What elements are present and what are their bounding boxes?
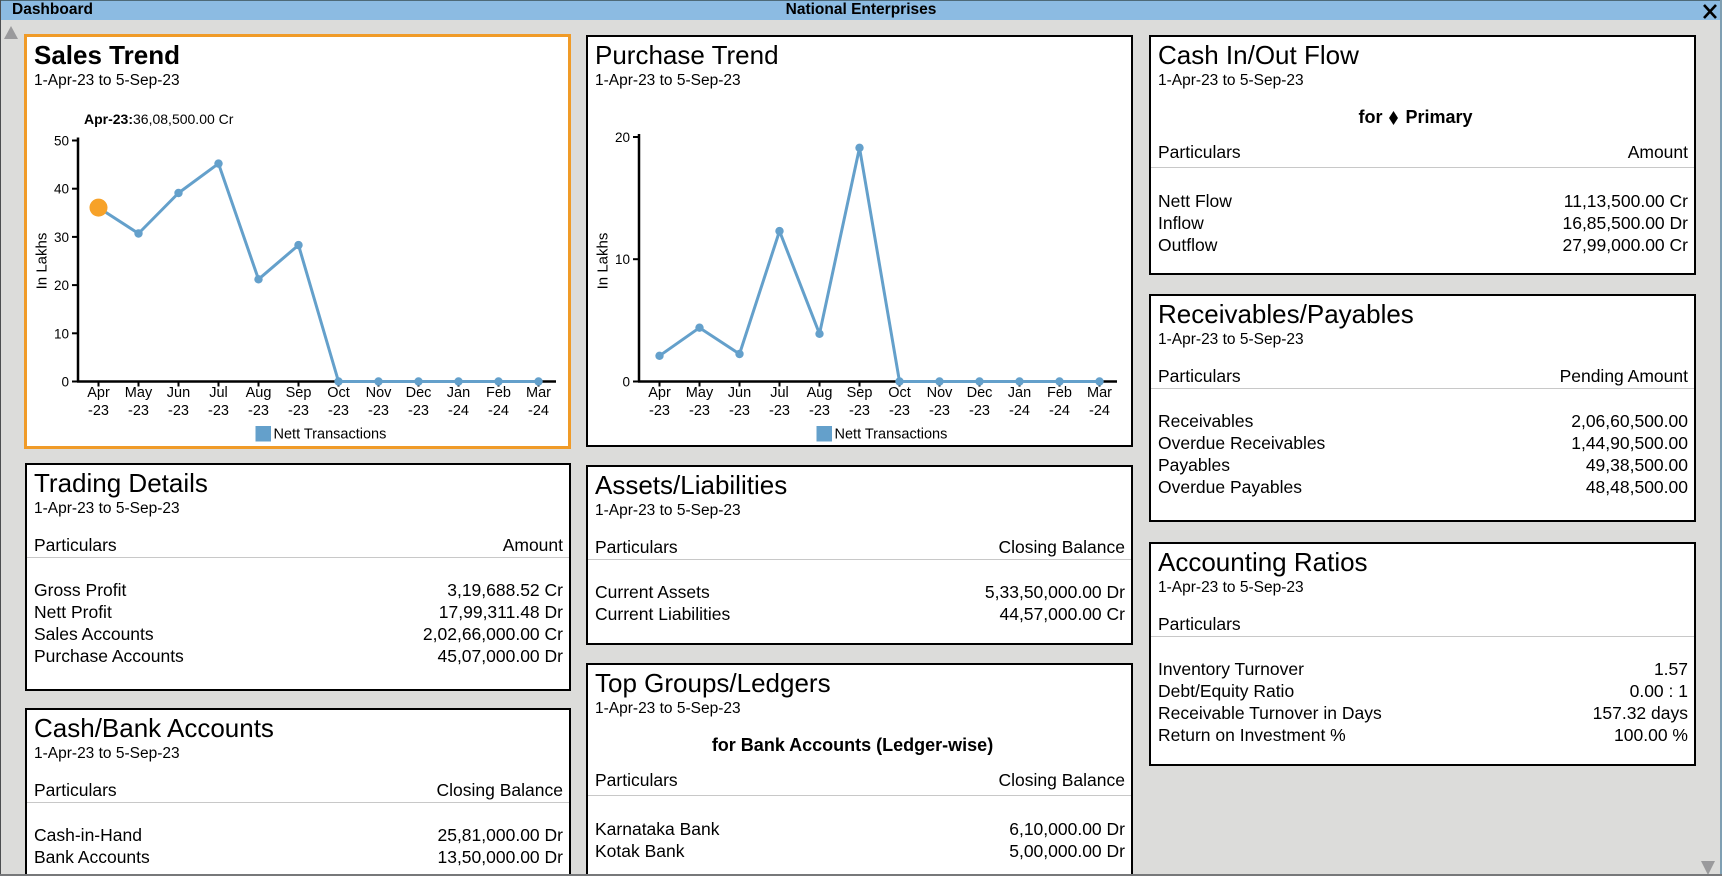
- svg-text:Feb: Feb: [486, 385, 511, 401]
- svg-text:Dec: Dec: [406, 385, 432, 401]
- svg-text:-23: -23: [408, 403, 429, 419]
- svg-text:Nett Transactions: Nett Transactions: [274, 427, 387, 443]
- svg-text:20: 20: [54, 278, 69, 293]
- svg-text:-23: -23: [889, 403, 910, 419]
- svg-text:-24: -24: [1009, 403, 1030, 419]
- svg-text:Nett Transactions: Nett Transactions: [835, 427, 948, 443]
- svg-text:0: 0: [61, 375, 69, 390]
- svg-text:Oct: Oct: [327, 385, 350, 401]
- svg-text:-24: -24: [488, 403, 509, 419]
- svg-text:Nov: Nov: [927, 385, 954, 401]
- svg-text:20: 20: [615, 130, 630, 145]
- svg-text:-23: -23: [248, 403, 269, 419]
- svg-text:-24: -24: [448, 403, 469, 419]
- svg-text:-23: -23: [128, 403, 149, 419]
- svg-text:May: May: [125, 385, 153, 401]
- svg-text:-23: -23: [969, 403, 990, 419]
- svg-text:-23: -23: [208, 403, 229, 419]
- svg-text:Jan: Jan: [447, 385, 470, 401]
- svg-text:-23: -23: [168, 403, 189, 419]
- svg-text:Mar: Mar: [1087, 385, 1112, 401]
- svg-text:-23: -23: [929, 403, 950, 419]
- svg-text:Oct: Oct: [888, 385, 911, 401]
- svg-text:-23: -23: [689, 403, 710, 419]
- svg-text:-23: -23: [88, 403, 109, 419]
- svg-text:10: 10: [615, 252, 630, 267]
- svg-text:Mar: Mar: [526, 385, 551, 401]
- svg-text:Dec: Dec: [967, 385, 993, 401]
- svg-text:-23: -23: [288, 403, 309, 419]
- svg-text:0: 0: [622, 375, 630, 390]
- svg-text:-23: -23: [729, 403, 750, 419]
- svg-text:Jan: Jan: [1008, 385, 1031, 401]
- svg-text:-24: -24: [528, 403, 549, 419]
- svg-text:10: 10: [54, 326, 69, 341]
- svg-text:Jul: Jul: [770, 385, 789, 401]
- svg-text:-23: -23: [649, 403, 670, 419]
- svg-text:Sep: Sep: [286, 385, 312, 401]
- svg-text:40: 40: [54, 182, 69, 197]
- svg-text:Sep: Sep: [847, 385, 873, 401]
- svg-text:Jun: Jun: [167, 385, 190, 401]
- svg-text:Apr: Apr: [648, 385, 671, 401]
- svg-text:-23: -23: [809, 403, 830, 419]
- svg-text:-23: -23: [849, 403, 870, 419]
- svg-text:Apr-23:36,08,500.00 Cr: Apr-23:36,08,500.00 Cr: [84, 111, 234, 127]
- svg-text:Aug: Aug: [246, 385, 272, 401]
- svg-text:-24: -24: [1049, 403, 1070, 419]
- svg-text:May: May: [686, 385, 714, 401]
- svg-text:Jul: Jul: [209, 385, 228, 401]
- svg-text:Apr: Apr: [87, 385, 110, 401]
- svg-text:-23: -23: [328, 403, 349, 419]
- svg-text:-24: -24: [1089, 403, 1110, 419]
- svg-text:Jun: Jun: [728, 385, 751, 401]
- svg-text:Aug: Aug: [807, 385, 833, 401]
- svg-text:Nov: Nov: [366, 385, 393, 401]
- svg-text:50: 50: [54, 134, 69, 149]
- svg-text:In Lakhs: In Lakhs: [34, 233, 51, 290]
- svg-text:In Lakhs: In Lakhs: [595, 233, 612, 290]
- svg-text:-23: -23: [769, 403, 790, 419]
- svg-text:-23: -23: [368, 403, 389, 419]
- svg-text:Feb: Feb: [1047, 385, 1072, 401]
- svg-text:30: 30: [54, 230, 69, 245]
